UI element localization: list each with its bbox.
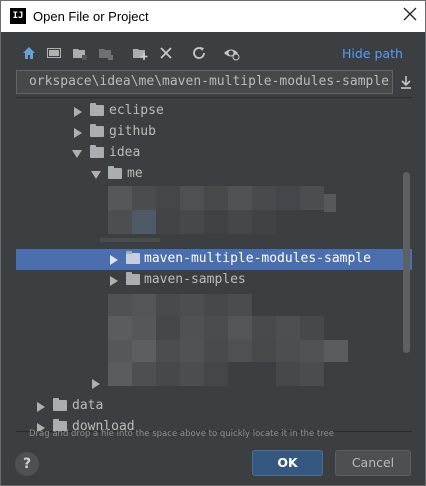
folder-icon	[126, 251, 140, 264]
intellij-app-icon: IJ	[10, 8, 26, 24]
file-tree[interactable]: eclipse github idea me maven-multiple-mo…	[16, 97, 412, 432]
expand-arrow-icon[interactable]	[110, 276, 118, 286]
delete-icon	[160, 47, 172, 59]
folder-icon	[53, 398, 67, 411]
show-hidden-icon	[224, 49, 240, 61]
close-button[interactable]	[399, 5, 421, 27]
tree-node-collapsed[interactable]	[16, 373, 412, 394]
expand-arrow-icon[interactable]	[74, 128, 82, 138]
folder-icon	[90, 103, 104, 116]
new-folder-button[interactable]	[131, 44, 149, 62]
cancel-button[interactable]: Cancel	[335, 450, 411, 476]
project-folder-button[interactable]	[71, 44, 89, 62]
folder-icon	[90, 145, 104, 158]
expand-arrow-icon[interactable]	[37, 402, 45, 412]
refresh-button[interactable]	[190, 44, 208, 62]
help-icon: ?	[22, 456, 32, 472]
hide-path-link[interactable]: Hide path	[342, 46, 403, 61]
module-folder-button[interactable]	[97, 44, 115, 62]
dialog-title: Open File or Project	[33, 9, 149, 24]
open-file-dialog: IJ Open File or Project Hide path orkspa…	[0, 0, 426, 486]
download-button[interactable]	[397, 73, 415, 91]
tree-node-label: github	[109, 124, 156, 139]
title-bar: IJ Open File or Project	[1, 1, 425, 32]
home-icon	[23, 47, 35, 59]
tree-node-label: idea	[109, 145, 141, 160]
desktop-icon	[47, 48, 61, 58]
folder-icon	[108, 166, 122, 179]
tree-node-label: me	[127, 166, 143, 181]
tree-node-me[interactable]: me	[16, 164, 412, 185]
tree-node-maven-multiple-modules-sample[interactable]: maven-multiple-modules-sample	[16, 249, 412, 270]
download-icon	[401, 76, 411, 89]
new-folder-icon	[133, 49, 148, 60]
tree-node-label: maven-multiple-modules-sample	[144, 251, 371, 266]
refresh-icon	[193, 47, 205, 59]
folder-icon	[126, 272, 140, 285]
tree-scrollbar[interactable]	[403, 172, 410, 353]
tree-node-maven-samples[interactable]: maven-samples	[16, 270, 412, 291]
desktop-button[interactable]	[45, 44, 63, 62]
show-hidden-button[interactable]	[223, 44, 241, 62]
expand-arrow-icon[interactable]	[92, 379, 100, 389]
ok-button[interactable]: OK	[252, 450, 323, 476]
drag-drop-hint: Drag and drop a file into the space abov…	[29, 429, 335, 439]
tree-node-github[interactable]: github	[16, 122, 412, 143]
project-folder-icon	[73, 49, 87, 60]
help-button[interactable]: ?	[15, 452, 39, 476]
path-input-value: orkspace\idea\me\maven-multiple-modules-…	[28, 74, 389, 89]
expand-arrow-icon[interactable]	[74, 107, 82, 117]
tree-node-eclipse[interactable]: eclipse	[16, 101, 412, 122]
tree-node-label: eclipse	[109, 103, 164, 118]
folder-icon	[90, 124, 104, 137]
tree-node-label: maven-samples	[144, 272, 246, 287]
expand-arrow-icon[interactable]	[110, 255, 118, 265]
delete-button[interactable]	[157, 44, 175, 62]
close-icon	[403, 7, 417, 21]
collapse-arrow-icon[interactable]	[72, 150, 82, 158]
path-input[interactable]: orkspace\idea\me\maven-multiple-modules-…	[16, 70, 393, 94]
collapse-arrow-icon[interactable]	[91, 171, 101, 179]
module-folder-icon	[99, 49, 113, 60]
home-button[interactable]	[20, 44, 38, 62]
tree-node-label: data	[72, 398, 104, 413]
tree-node-idea[interactable]: idea	[16, 143, 412, 164]
tree-node-data[interactable]: data	[16, 396, 412, 417]
